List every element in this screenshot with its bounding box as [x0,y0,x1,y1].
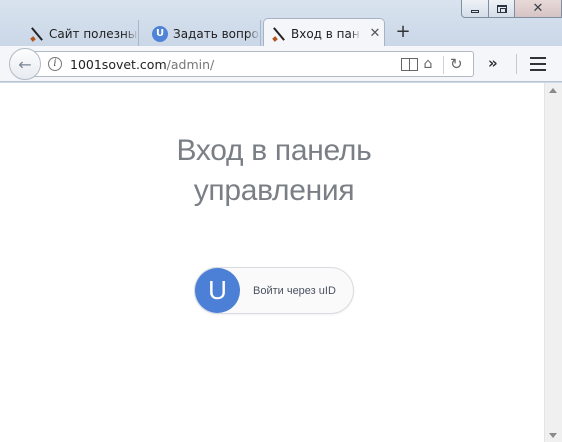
url-separator [443,56,444,74]
page-title: Вход в панель управления [100,131,448,211]
new-tab-button[interactable]: + [393,21,413,43]
address-bar[interactable]: i 1001sovet.com/admin/ ⌂ ↻ [28,51,474,77]
tab-ask-question[interactable]: U Задать вопрос [144,20,261,47]
home-icon[interactable]: ⌂ [420,56,436,72]
pencil-icon [30,27,44,41]
tab-admin-login[interactable]: Вход в панель ✕ [263,18,385,48]
tab-label: Задать вопрос [173,26,260,41]
maximize-button[interactable] [489,0,515,18]
pencil-icon [272,27,286,41]
url-host: 1001sovet.com [70,57,167,72]
scroll-up-icon[interactable] [549,88,557,93]
minimize-button[interactable] [461,0,489,18]
scroll-down-icon[interactable] [549,433,557,438]
url-text[interactable]: 1001sovet.com/admin/ [70,57,214,72]
tab-strip: Сайт полезных U Задать вопрос Вход в пан… [0,17,562,48]
page-title-line-2: управления [193,174,355,207]
login-with-uid-button[interactable]: U Войти через uID [194,267,354,314]
overflow-menu-icon[interactable]: » [488,54,498,72]
page-title-line-1: Вход в панель [176,134,372,167]
tab-label: Вход в панель [291,26,361,41]
uid-button-label: Войти через uID [253,284,336,297]
back-button[interactable]: ← [9,48,41,80]
reload-icon[interactable]: ↻ [450,55,463,73]
back-arrow-icon: ← [18,54,32,74]
page-content: Вход в панель управления U Войти через u… [0,83,544,442]
navigation-bar: i 1001sovet.com/admin/ ⌂ ↻ ← » [0,46,562,82]
toolbar-separator [516,54,517,74]
close-tab-icon[interactable]: ✕ [366,26,384,41]
hamburger-menu-icon[interactable] [530,57,546,71]
uid-logo-icon: U [195,268,240,313]
window-controls: ✕ [461,0,562,18]
info-icon[interactable]: i [48,57,62,71]
maximize-icon [496,4,507,13]
close-window-button[interactable]: ✕ [515,0,562,18]
u-icon: U [152,25,168,42]
close-icon: ✕ [532,1,544,16]
minimize-icon [471,10,479,13]
reader-view-icon[interactable] [401,58,418,71]
url-path: /admin/ [166,57,215,72]
tab-label: Сайт полезных [49,26,138,41]
tab-sovet[interactable]: Сайт полезных [22,20,139,47]
vertical-scrollbar[interactable] [544,83,562,442]
